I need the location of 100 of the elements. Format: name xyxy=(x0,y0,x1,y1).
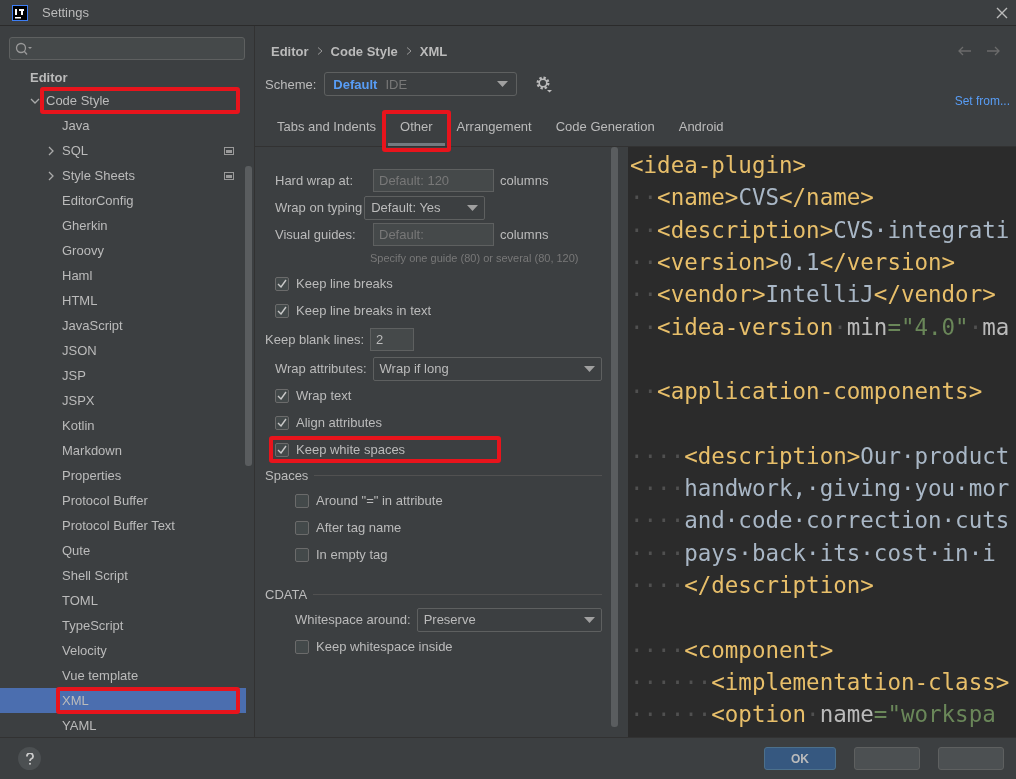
sidebar-item[interactable]: EditorConfig xyxy=(0,188,246,213)
caret-icon xyxy=(584,365,595,372)
hint-text: Specify one guide (80) or several (80, 120) xyxy=(369,251,580,266)
sidebar-item[interactable]: Haml xyxy=(0,263,246,288)
scheme-dropdown[interactable]: Default IDE xyxy=(324,72,518,96)
field-label: Hard wrap at: xyxy=(275,173,355,188)
sidebar-item[interactable]: JSPX xyxy=(0,388,246,413)
code-line: ····</description> xyxy=(630,572,874,598)
tab[interactable]: Code Generation xyxy=(543,116,667,146)
app-logo-icon xyxy=(12,4,28,21)
highlight-frame: Code Style xyxy=(40,87,240,114)
sidebar-item[interactable]: Qute xyxy=(0,538,246,563)
sidebar-item[interactable]: Protocol Buffer xyxy=(0,488,246,513)
window-title: Settings xyxy=(42,5,90,20)
field-label: Visual guides: xyxy=(275,227,357,242)
sidebar-item[interactable]: JSON xyxy=(0,338,246,363)
code-line: ··<idea-version·min="4.0"·ma xyxy=(630,313,1010,340)
checkbox-label: Keep white spaces xyxy=(296,442,406,457)
sidebar-item[interactable]: Properties xyxy=(0,463,246,488)
sidebar-item[interactable]: Shell Script xyxy=(0,563,246,588)
code-line: ··<vendor>IntelliJ</vendor> xyxy=(630,281,996,308)
code-line: ··<version>0.1</version> xyxy=(630,249,956,276)
checkbox[interactable] xyxy=(275,415,289,430)
checkbox-label: Keep line breaks in text xyxy=(296,303,432,318)
suffix-label: columns xyxy=(500,173,549,188)
code-line: <idea-plugin> xyxy=(630,152,807,179)
sidebar-item[interactable]: Vue template xyxy=(0,663,246,688)
tab[interactable]: Arrangement xyxy=(444,116,544,146)
caret-icon xyxy=(497,81,509,87)
dropdown[interactable]: Wrap if long xyxy=(372,356,602,381)
tab[interactable]: Android xyxy=(666,116,736,146)
checkbox[interactable] xyxy=(295,493,309,508)
sidebar-item[interactable]: Kotlin xyxy=(0,413,246,438)
sidebar-item[interactable]: YAML xyxy=(0,713,246,737)
checkbox-label: Around "=" in attribute xyxy=(316,493,443,508)
sidebar-item[interactable]: Style Sheets xyxy=(0,163,246,188)
scrollbar[interactable] xyxy=(611,147,618,727)
scrollbar[interactable] xyxy=(245,166,252,466)
code-line: ····and·code·correction·cuts xyxy=(630,507,1010,534)
checkbox-label: Keep line breaks xyxy=(296,276,393,291)
code-line: ····<component> xyxy=(630,636,834,663)
code-line: ··<description>CVS·integrati xyxy=(630,216,1010,243)
sidebar-item[interactable]: JSP xyxy=(0,363,246,388)
settings-icon[interactable] xyxy=(535,75,554,93)
dropdown[interactable]: Default: Yes xyxy=(364,195,486,220)
code-line: ······<option·name="workspa xyxy=(630,701,996,728)
suffix-label: columns xyxy=(500,227,549,242)
chevron-icon xyxy=(316,47,323,55)
number-field[interactable]: 2 xyxy=(370,328,414,351)
checkbox[interactable] xyxy=(295,520,309,535)
tab[interactable]: Other xyxy=(388,116,445,146)
sidebar-item[interactable]: TOML xyxy=(0,588,246,613)
sidebar-item[interactable]: Java xyxy=(0,113,246,138)
checkbox[interactable] xyxy=(275,276,289,291)
sidebar-item[interactable]: SQL xyxy=(0,138,246,163)
checkbox-label: Keep whitespace inside xyxy=(316,639,453,654)
section-title: CDATA xyxy=(265,586,308,602)
breadcrumb-item: Code Style xyxy=(330,43,398,59)
code-line: ····<description>Our·product xyxy=(630,442,1010,469)
sidebar-item[interactable]: Velocity xyxy=(0,638,246,663)
checkbox[interactable] xyxy=(295,547,309,562)
checkbox-label: In empty tag xyxy=(316,547,388,562)
highlight-frame: XML xyxy=(56,687,240,714)
sidebar-item[interactable]: TypeScript xyxy=(0,613,246,638)
chevron-icon[interactable] xyxy=(46,170,56,181)
checkbox[interactable] xyxy=(275,303,289,318)
field-label: Wrap on typing xyxy=(275,200,363,215)
sidebar-item[interactable]: Code Style xyxy=(0,88,246,113)
dropdown[interactable]: Preserve xyxy=(416,607,602,632)
scheme-label: Scheme: xyxy=(265,76,317,92)
checkbox[interactable] xyxy=(275,442,289,457)
caret-icon xyxy=(584,616,595,623)
sidebar-item[interactable]: Gherkin xyxy=(0,213,246,238)
set-from-link[interactable]: Set from... xyxy=(954,94,1016,108)
code-line: ··<name>CVS</name> xyxy=(630,184,874,211)
question-mark-icon xyxy=(25,752,34,765)
sidebar-item[interactable]: Protocol Buffer Text xyxy=(0,513,246,538)
sidebar-item[interactable]: JavaScript xyxy=(0,313,246,338)
section-title: Spaces xyxy=(265,467,309,483)
field-label: Whitespace around: xyxy=(295,612,411,627)
search-field[interactable] xyxy=(9,37,245,60)
close-icon[interactable] xyxy=(996,6,1008,19)
code-line: ····handwork,·giving·you·mor xyxy=(630,475,1010,502)
breadcrumb-item: XML xyxy=(419,43,448,59)
tab[interactable]: Tabs and Indents xyxy=(265,116,389,146)
help-button[interactable] xyxy=(18,747,41,770)
sidebar-item[interactable]: Markdown xyxy=(0,438,246,463)
chevron-icon[interactable] xyxy=(46,145,56,156)
ok-button[interactable]: OK xyxy=(764,747,836,770)
chevron-icon xyxy=(405,47,412,55)
checkbox-label: Align attributes xyxy=(296,415,382,430)
checkbox[interactable] xyxy=(275,388,289,403)
checkbox[interactable] xyxy=(295,639,309,654)
code-line: ··<application-components> xyxy=(630,378,983,405)
sidebar-item[interactable]: HTML xyxy=(0,288,246,313)
field-label: Keep blank lines: xyxy=(265,332,364,347)
sidebar-item[interactable]: Groovy xyxy=(0,238,246,263)
checkbox-label: Wrap text xyxy=(296,388,352,403)
search-icon xyxy=(15,41,33,56)
field-label: Wrap attributes: xyxy=(275,361,367,376)
